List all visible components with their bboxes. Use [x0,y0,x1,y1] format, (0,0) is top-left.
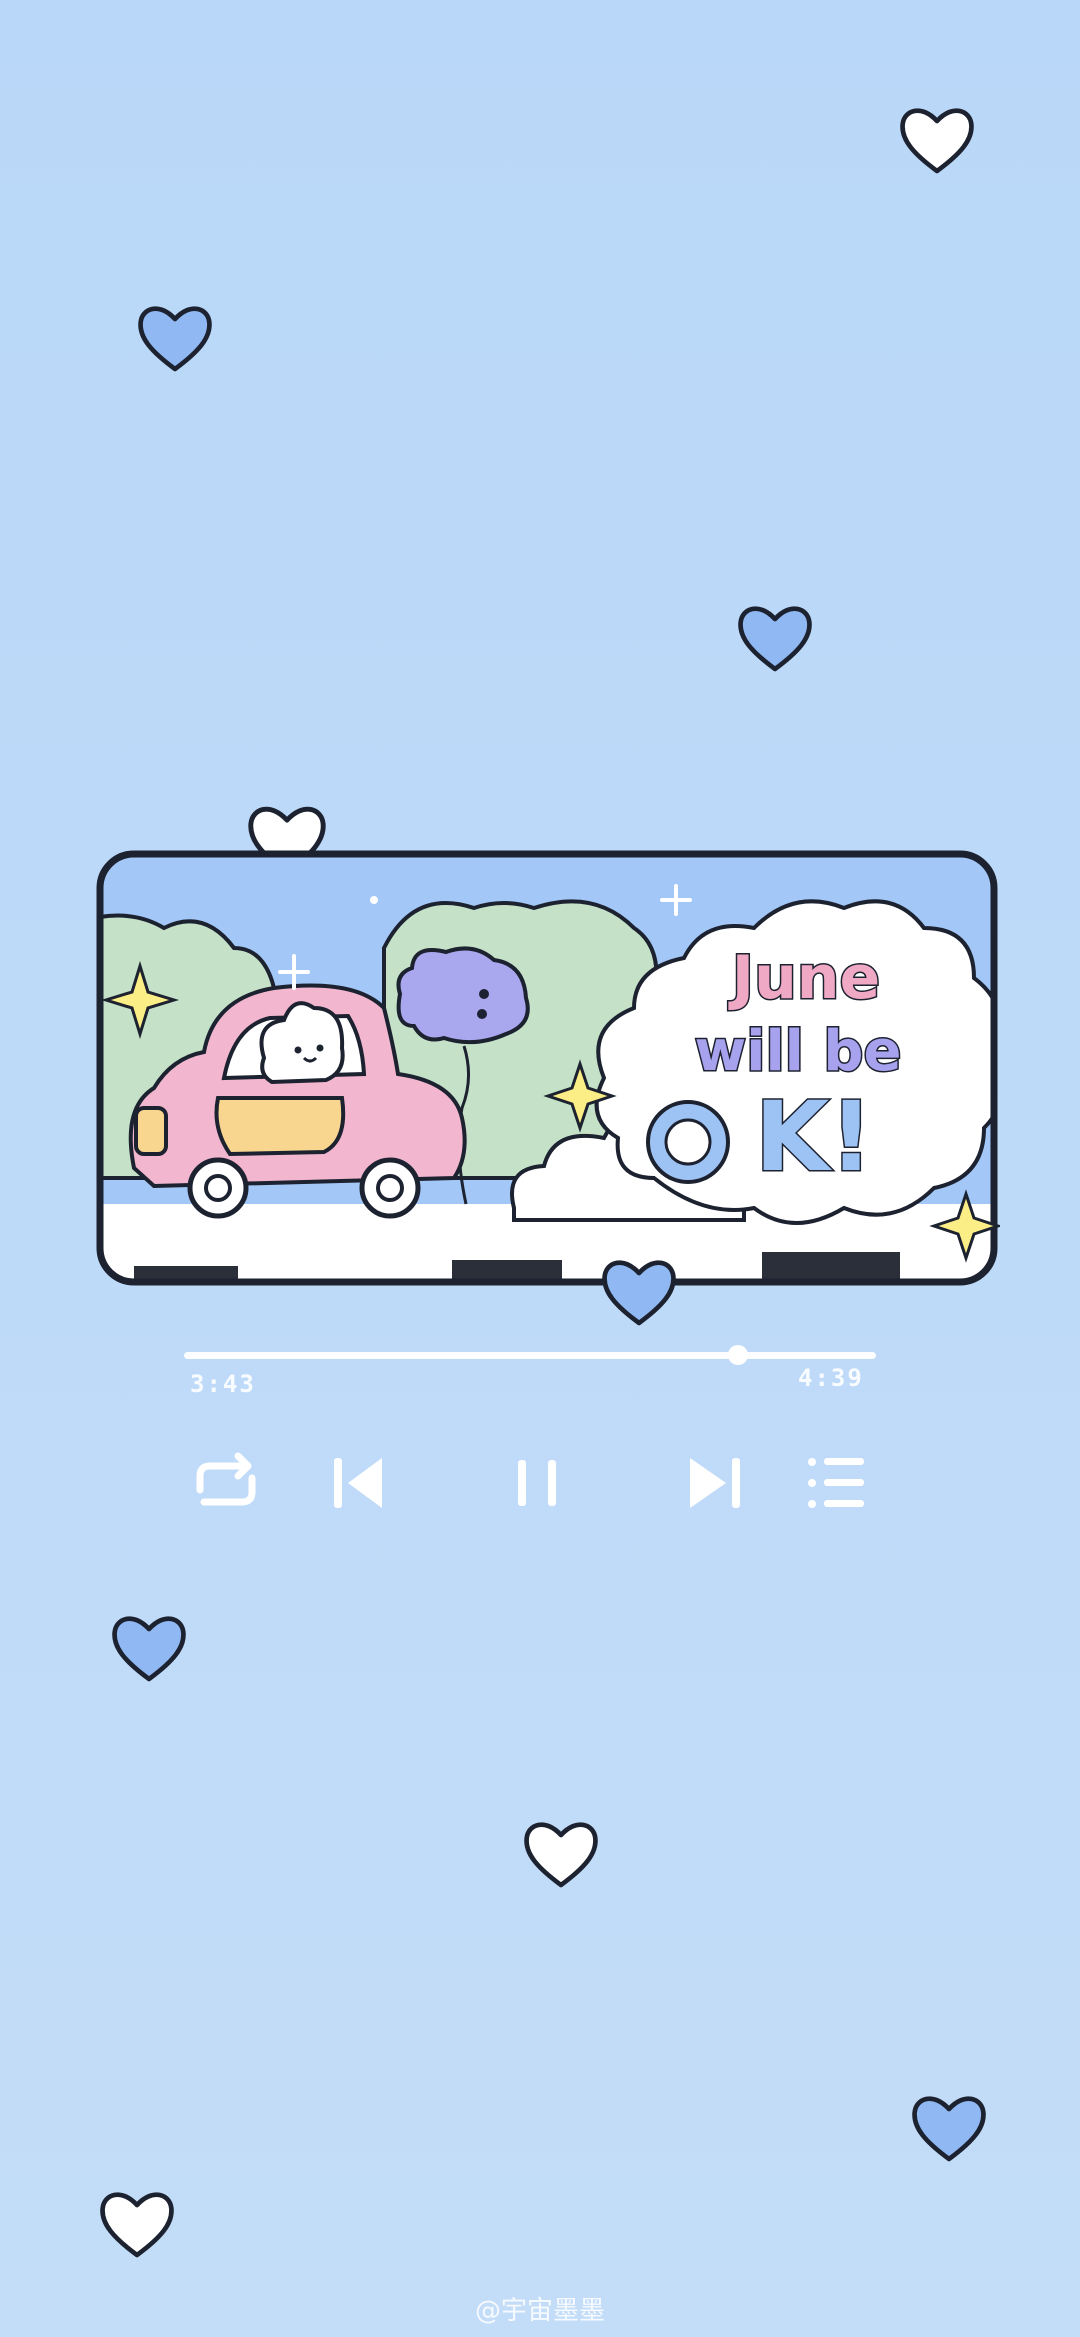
next-button[interactable] [678,1448,758,1518]
elapsed-time: 3:43 [190,1370,256,1398]
white-heart-icon [98,2186,176,2260]
total-duration: 4:39 [798,1364,864,1392]
repeat-icon [186,1448,266,1518]
skip-next-icon [678,1448,758,1518]
pause-icon [498,1448,578,1518]
blue-heart-icon [910,2090,988,2164]
previous-button[interactable] [320,1448,400,1518]
white-heart-icon [898,102,976,176]
playlist-icon [796,1448,876,1518]
progress-bar[interactable] [184,1345,876,1365]
watermark: @宇宙墨墨 [474,2296,605,2326]
repeat-button[interactable] [186,1448,266,1518]
blue-heart-icon [600,1254,678,1328]
playlist-button[interactable] [796,1448,876,1518]
card-text-june: June [728,943,880,1013]
progress-knob[interactable] [727,1345,748,1365]
pause-button[interactable] [498,1448,578,1518]
card-text-ok: K! [755,1081,873,1193]
illustration-card: June will be K! [94,848,1000,1288]
blue-heart-icon [736,600,814,674]
blue-heart-icon [110,1610,188,1684]
skip-previous-icon [320,1448,400,1518]
white-heart-icon [522,1816,600,1890]
blue-heart-icon [136,300,214,374]
card-text-will-be: will be [695,1019,902,1084]
